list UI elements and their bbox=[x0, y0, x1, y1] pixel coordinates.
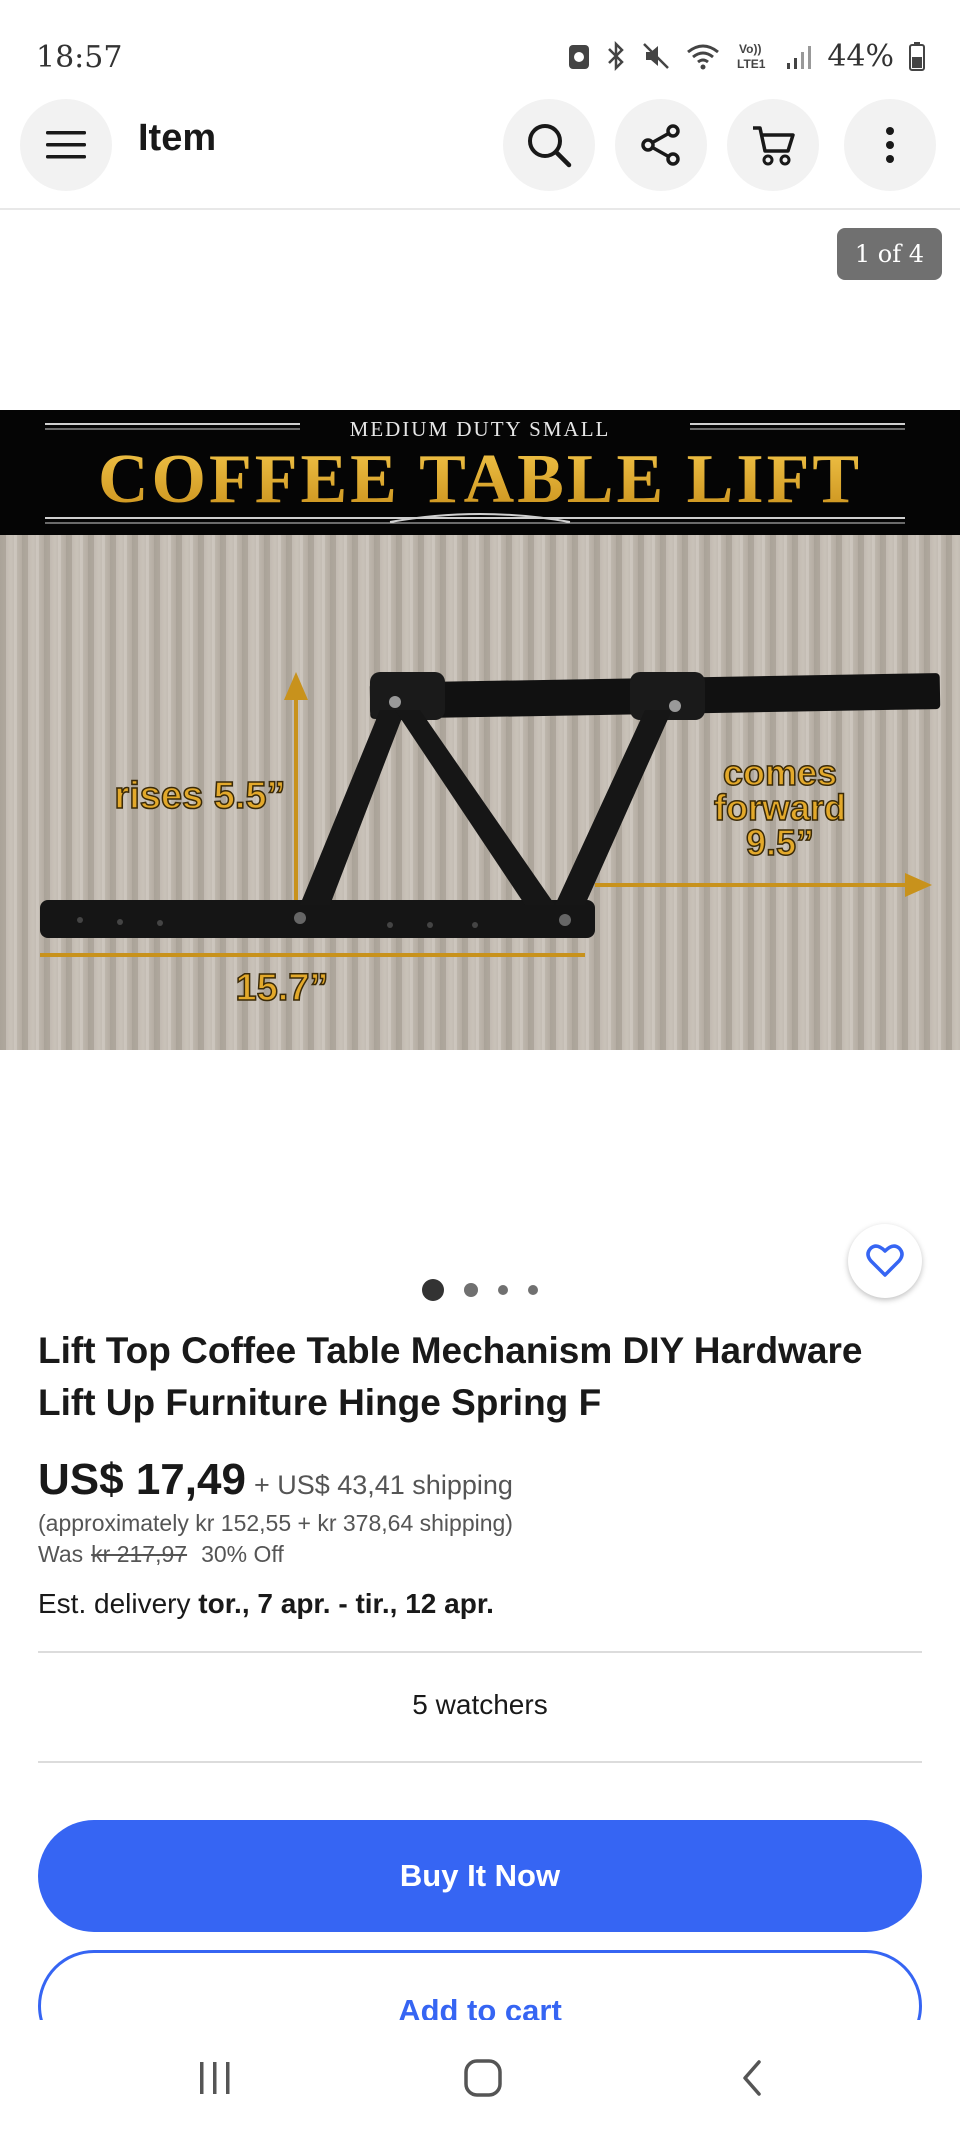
system-nav-bar bbox=[0, 2020, 960, 2133]
carousel-dot-3[interactable] bbox=[498, 1285, 508, 1295]
image-gallery[interactable]: 1 of 4 MEDIUM DUTY SMALL COFFEE TABLE LI… bbox=[0, 212, 960, 1301]
divider bbox=[38, 1761, 922, 1763]
carousel-dot-4[interactable] bbox=[528, 1285, 538, 1295]
home-button[interactable] bbox=[443, 2048, 523, 2108]
heart-icon bbox=[866, 1244, 904, 1277]
recent-apps-icon bbox=[200, 2062, 230, 2094]
bluetooth-icon bbox=[608, 40, 625, 72]
app-bar: Item bbox=[0, 95, 960, 210]
carousel-dot-1[interactable] bbox=[422, 1279, 444, 1301]
status-icons: Vo)) LTE1 44% bbox=[567, 36, 926, 76]
recent-apps-button[interactable] bbox=[175, 2048, 255, 2108]
status-bar: 18:57 Vo)) LTE1 44% bbox=[0, 0, 960, 95]
product-image[interactable]: MEDIUM DUTY SMALL COFFEE TABLE LIFT rise… bbox=[0, 410, 960, 1050]
search-icon bbox=[528, 124, 572, 168]
approximate-price: (approximately kr 152,55 + kr 378,64 shi… bbox=[38, 1510, 513, 1536]
image-header-small: MEDIUM DUTY SMALL bbox=[350, 417, 611, 441]
image-label-rises: rises 5.5” bbox=[114, 775, 285, 817]
estimated-delivery: Est. delivery tor., 7 apr. - tir., 12 ap… bbox=[38, 1588, 494, 1620]
svg-text:Vo)): Vo)) bbox=[739, 42, 761, 56]
divider bbox=[38, 1651, 922, 1653]
delivery-dates: tor., 7 apr. - tir., 12 apr. bbox=[198, 1588, 494, 1619]
lte-icon: Vo))LTE1 bbox=[737, 42, 766, 71]
carousel-dot-2[interactable] bbox=[464, 1283, 478, 1297]
notification-icon bbox=[569, 45, 590, 69]
item-title: Lift Top Coffee Table Mechanism DIY Hard… bbox=[38, 1330, 863, 1423]
price-row: US$ 17,49 + US$ 43,41 shipping bbox=[38, 1455, 513, 1505]
battery-icon bbox=[909, 42, 925, 71]
mute-icon bbox=[643, 43, 670, 69]
add-to-cart-clip: Add to cart bbox=[0, 1950, 960, 2020]
more-icon bbox=[886, 127, 894, 163]
shipping-cost: + US$ 43,41 shipping bbox=[253, 1470, 513, 1500]
image-counter: 1 of 4 bbox=[836, 228, 942, 280]
share-icon bbox=[641, 124, 680, 166]
menu-button[interactable] bbox=[20, 99, 112, 191]
page-title: Item bbox=[138, 117, 217, 159]
svg-text:LTE1: LTE1 bbox=[737, 57, 766, 71]
home-icon bbox=[464, 2059, 502, 2097]
back-icon bbox=[743, 2060, 761, 2096]
delivery-label: Est. delivery bbox=[38, 1588, 191, 1619]
carousel-dots bbox=[0, 1278, 960, 1302]
was-price: kr 217,97 bbox=[91, 1541, 188, 1567]
item-price: US$ 17,49 bbox=[38, 1455, 246, 1504]
add-to-cart-button[interactable]: Add to cart bbox=[38, 1950, 922, 2020]
more-options-button[interactable] bbox=[844, 99, 936, 191]
image-label-forward-distance: 9.5” bbox=[746, 822, 814, 863]
status-time: 18:57 bbox=[36, 40, 123, 75]
share-button[interactable] bbox=[615, 99, 707, 191]
was-label: Was bbox=[38, 1541, 84, 1567]
discount-badge: 30% Off bbox=[201, 1541, 284, 1567]
signal-icon bbox=[787, 46, 812, 69]
cart-icon bbox=[753, 126, 795, 166]
search-button[interactable] bbox=[503, 99, 595, 191]
watchers-count: 5 watchers bbox=[412, 1689, 548, 1720]
cart-button[interactable] bbox=[727, 99, 819, 191]
wifi-icon bbox=[687, 44, 720, 70]
menu-icon bbox=[46, 131, 86, 159]
was-price-row: Was kr 217,97 30% Off bbox=[38, 1541, 284, 1568]
battery-percent: 44% bbox=[827, 38, 894, 74]
image-label-length: 15.7” bbox=[236, 967, 329, 1009]
buy-it-now-button[interactable]: Buy It Now bbox=[38, 1820, 922, 1932]
image-header-big: COFFEE TABLE LIFT bbox=[98, 441, 862, 518]
back-button[interactable] bbox=[712, 2048, 792, 2108]
